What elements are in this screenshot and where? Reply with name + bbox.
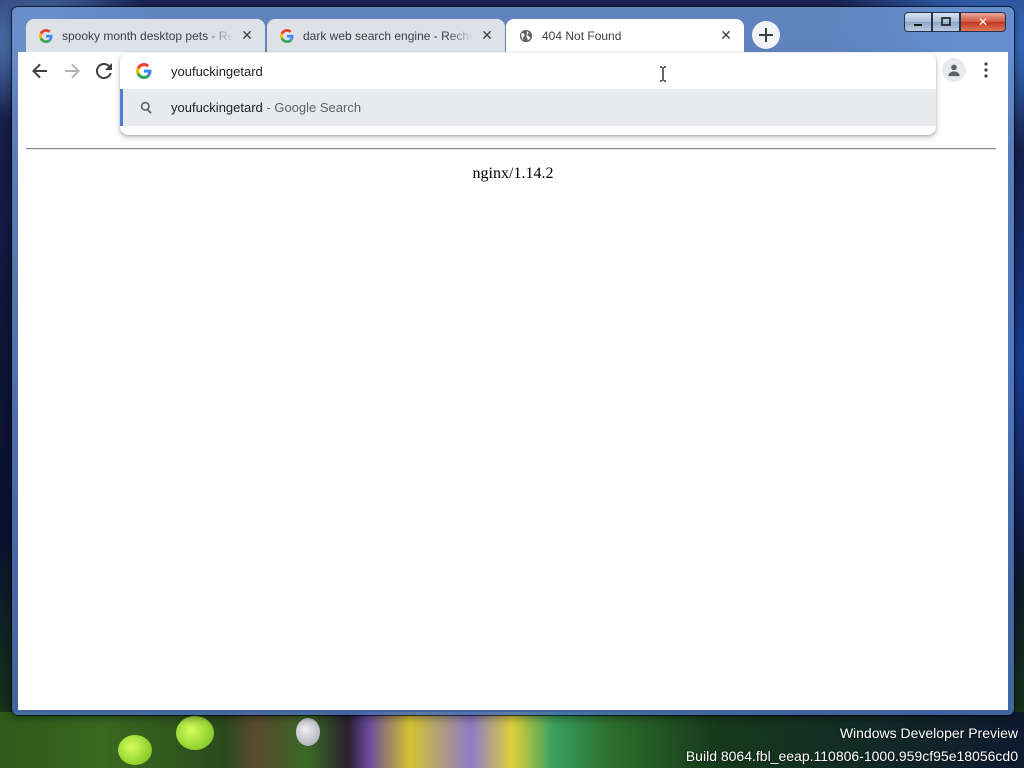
omnibox-input[interactable] <box>171 61 871 81</box>
profile-button[interactable] <box>942 58 966 82</box>
tab-2[interactable]: dark web search engine - Recherche Googl… <box>267 19 505 52</box>
close-tab-icon[interactable]: ✕ <box>479 27 495 44</box>
reload-icon <box>96 63 112 79</box>
forward-button[interactable] <box>58 57 86 85</box>
tab-title: dark web search engine - Recherche Googl… <box>303 28 473 43</box>
close-tab-icon[interactable]: ✕ <box>718 27 734 44</box>
os-watermark-title: Windows Developer Preview <box>839 725 1018 741</box>
reload-button[interactable] <box>90 57 118 85</box>
suggestion-separator: - <box>262 100 275 115</box>
suggestion-source: Google Search <box>274 100 362 115</box>
menu-button[interactable] <box>974 58 998 82</box>
divider <box>26 148 996 150</box>
search-icon <box>140 101 154 115</box>
tab-title: 404 Not Found <box>542 28 622 43</box>
tab-strip: spooky month desktop pets - Recherche Go… <box>18 16 1008 52</box>
suggestion-text: youfuckingetard - Google Search <box>171 100 361 115</box>
omnibox-input-row <box>120 53 936 89</box>
new-tab-button[interactable] <box>752 21 780 49</box>
back-button[interactable] <box>26 57 54 85</box>
page-content: nginx/1.14.2 <box>18 90 1008 710</box>
os-watermark-build: Build 8064.fbl_eeap.110806-1000.959cf95e… <box>685 748 1018 764</box>
omnibox-dropdown: youfuckingetard - Google Search <box>120 53 936 135</box>
tab-1[interactable]: spooky month desktop pets - Recherche Go… <box>26 19 265 52</box>
close-tab-icon[interactable]: ✕ <box>239 27 255 44</box>
google-g-icon <box>279 28 295 44</box>
plus-icon <box>759 28 773 42</box>
omnibox-suggestion[interactable]: youfuckingetard - Google Search <box>120 89 936 126</box>
wallpaper-creature <box>118 735 152 765</box>
person-icon <box>948 64 960 77</box>
server-signature: nginx/1.14.2 <box>472 165 554 182</box>
tab-3-active[interactable]: 404 Not Found ✕ <box>506 19 744 52</box>
arrow-right-icon <box>65 63 80 79</box>
wallpaper-creature <box>176 716 214 750</box>
suggestion-query: youfuckingetard <box>171 100 263 115</box>
arrow-left-icon <box>32 63 47 79</box>
more-vertical-icon <box>984 62 988 78</box>
google-g-icon <box>38 28 54 44</box>
tab-title: spooky month desktop pets - Recherche Go… <box>62 28 233 43</box>
google-g-icon <box>136 63 152 79</box>
globe-icon <box>518 28 534 44</box>
text-cursor-icon <box>659 66 667 82</box>
wallpaper-creature <box>296 718 320 746</box>
